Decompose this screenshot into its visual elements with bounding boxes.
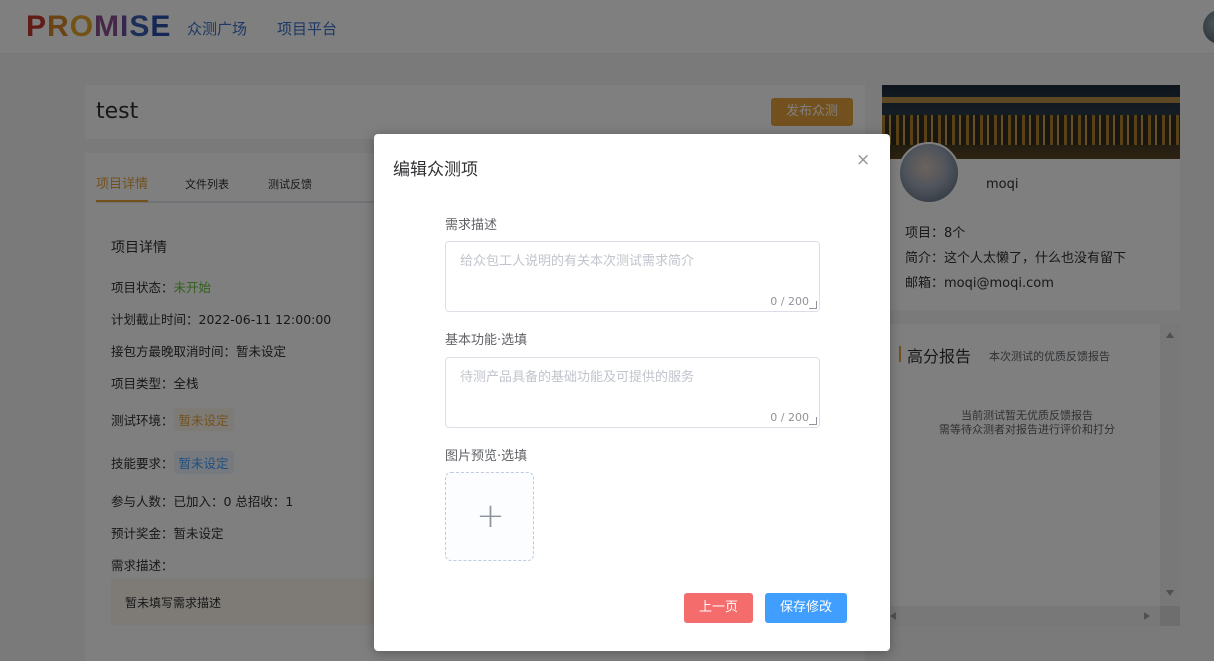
requirement-desc-count: 0 / 200 [770,295,809,308]
requirement-desc-textarea[interactable]: 给众包工人说明的有关本次测试需求简介 0 / 200 [445,241,820,312]
close-icon[interactable]: × [856,152,870,169]
resize-handle-icon[interactable] [809,301,817,309]
basic-features-placeholder: 待测产品具备的基础功能及可提供的服务 [460,370,695,385]
basic-features-count: 0 / 200 [770,411,809,424]
previous-page-button[interactable]: 上一页 [684,593,753,623]
resize-handle-icon[interactable] [809,417,817,425]
plus-icon: + [476,496,505,536]
basic-features-textarea[interactable]: 待测产品具备的基础功能及可提供的服务 0 / 200 [445,357,820,428]
image-preview-label: 图片预览·选填 [445,449,528,464]
image-upload-box[interactable]: + [445,472,534,561]
save-changes-button[interactable]: 保存修改 [765,593,847,623]
requirement-desc-label: 需求描述 [445,218,498,233]
requirement-desc-placeholder: 给众包工人说明的有关本次测试需求简介 [460,254,695,269]
edit-crowdtest-dialog: 编辑众测项 × 需求描述 给众包工人说明的有关本次测试需求简介 0 / 200 … [374,134,890,651]
dialog-title: 编辑众测项 [393,160,478,180]
basic-features-label: 基本功能·选填 [445,333,528,348]
